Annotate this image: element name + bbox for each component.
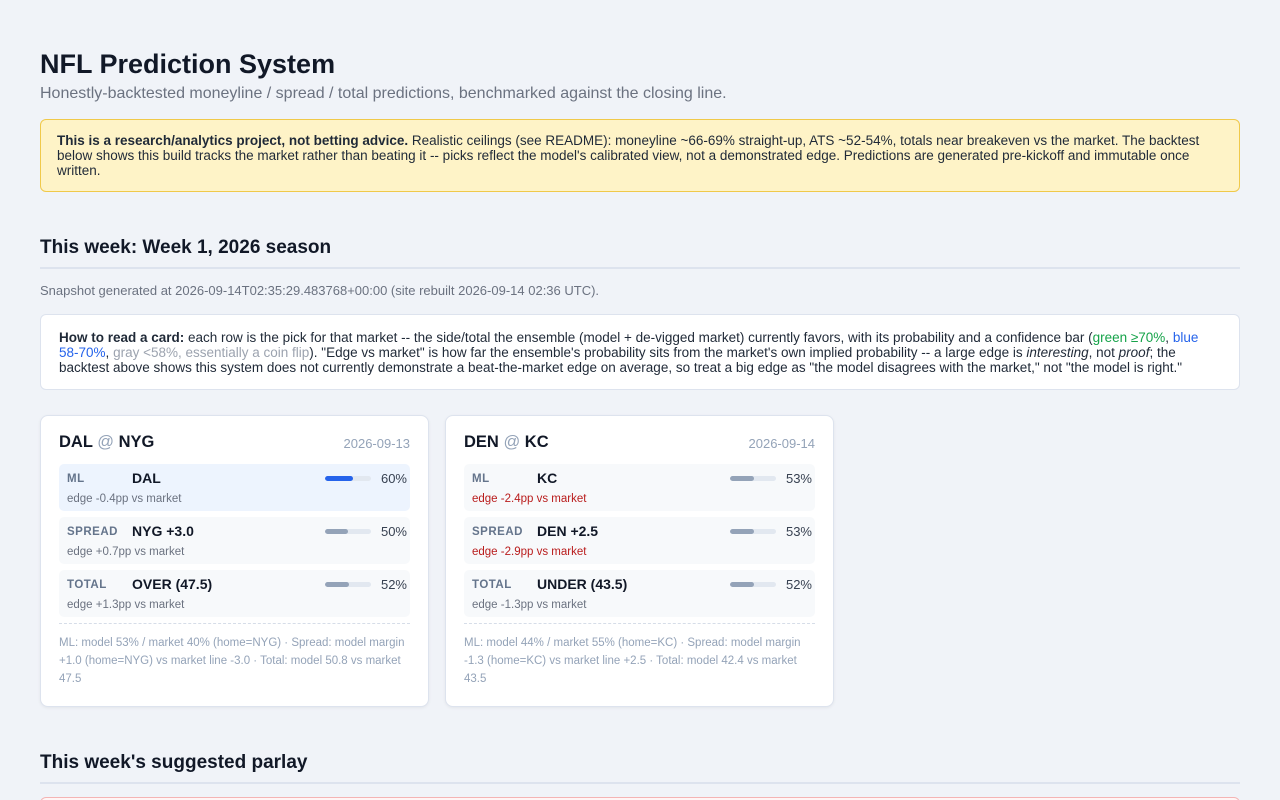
matchup: DEN @ KC [464,433,549,452]
probability: 52% [785,577,812,592]
matchup: DAL @ NYG [59,433,154,452]
probability: 50% [380,524,407,539]
howto-sep-1: , [1165,330,1173,345]
parlay-heading: This week's suggested parlay [40,752,1240,784]
probability: 53% [785,471,812,486]
how-to-read-box: How to read a card: each row is the pick… [40,314,1240,390]
edge-text: edge -2.9pp vs market [472,546,587,558]
confidence-bar [730,476,776,481]
edge-text: edge -1.3pp vs market [472,599,587,611]
pick-value: NYG +3.0 [132,523,194,539]
game-card: DEN @ KC 2026-09-14 ML KC 53% edge -2.4p… [445,415,834,707]
probability: 53% [785,524,812,539]
pick-value: KC [537,470,558,486]
market-label: SPREAD [472,526,523,538]
edge-text: edge +1.3pp vs market [67,599,185,611]
pick-row-total: TOTAL OVER (47.5) 52% edge +1.3pp vs mar… [59,570,410,617]
pick-row-ml: ML DAL 60% edge -0.4pp vs market [59,464,410,511]
howto-sep-2: , [105,345,114,360]
page: NFL Prediction System Honestly-backteste… [0,0,1280,800]
game-date: 2026-09-13 [343,436,411,451]
probability: 52% [380,577,407,592]
market-label: ML [472,473,490,485]
confidence-bar-fill [730,476,755,481]
confidence-bar-fill [325,476,353,481]
disclaimer-banner: This is a research/analytics project, no… [40,119,1240,192]
at-symbol: @ [97,433,114,451]
pick-row-total: TOTAL UNDER (43.5) 52% edge -1.3pp vs ma… [464,570,815,617]
edge-text: edge -0.4pp vs market [67,493,182,505]
confidence-bar-fill [730,529,755,534]
confidence-bar-fill [325,529,348,534]
pick-value: DAL [132,470,161,486]
away-team: DEN [464,433,499,451]
edge-text: edge +0.7pp vs market [67,546,185,558]
page-title: NFL Prediction System [40,49,336,79]
legend-gray: gray <58%, essentially a coin flip [113,345,310,360]
legend-green: green ≥70% [1092,330,1166,345]
confidence-bar-fill [730,582,754,587]
market-label: ML [67,473,85,485]
howto-proof: proof [1118,345,1150,360]
snapshot-text: Snapshot generated at 2026-09-14T02:35:2… [40,283,600,298]
market-label: TOTAL [472,579,512,591]
pick-row-ml: ML KC 53% edge -2.4pp vs market [464,464,815,511]
confidence-bar [730,529,776,534]
pick-value: DEN +2.5 [537,523,599,539]
edge-text: edge -2.4pp vs market [472,493,587,505]
pick-row-spread: SPREAD DEN +2.5 53% edge -2.9pp vs marke… [464,517,815,564]
pick-row-spread: SPREAD NYG +3.0 50% edge +0.7pp vs marke… [59,517,410,564]
howto-text-2: ). "Edge vs market" is how far the ensem… [309,345,1027,360]
confidence-bar-fill [325,582,349,587]
page-subtitle: Honestly-backtested moneyline / spread /… [40,85,727,102]
howto-interesting: interesting [1026,345,1089,360]
home-team: NYG [118,433,155,451]
howto-text-3: , not [1088,345,1119,360]
confidence-bar [730,582,776,587]
howto-bold: How to read a card: [59,330,185,345]
pick-value: OVER (47.5) [132,576,213,592]
confidence-bar [325,529,371,534]
pick-value: UNDER (43.5) [537,576,628,592]
market-label: SPREAD [67,526,118,538]
home-team: KC [524,433,549,451]
away-team: DAL [59,433,93,451]
confidence-bar [325,582,371,587]
card-header: DAL @ NYG 2026-09-13 [59,416,410,464]
at-symbol: @ [503,433,521,451]
game-date: 2026-09-14 [748,436,816,451]
probability: 60% [380,471,407,486]
disclaimer-bold: This is a research/analytics project, no… [57,133,409,148]
howto-text-1: each row is the pick for that market -- … [184,330,1093,345]
market-label: TOTAL [67,579,107,591]
confidence-bar [325,476,371,481]
card-model-note: ML: model 44% / market 55% (home=KC) · S… [464,623,815,688]
game-card: DAL @ NYG 2026-09-13 ML DAL 60% edge -0.… [40,415,429,707]
card-model-note: ML: model 53% / market 40% (home=NYG) · … [59,623,410,688]
card-header: DEN @ KC 2026-09-14 [464,416,815,464]
week-heading: This week: Week 1, 2026 season [40,237,1240,269]
